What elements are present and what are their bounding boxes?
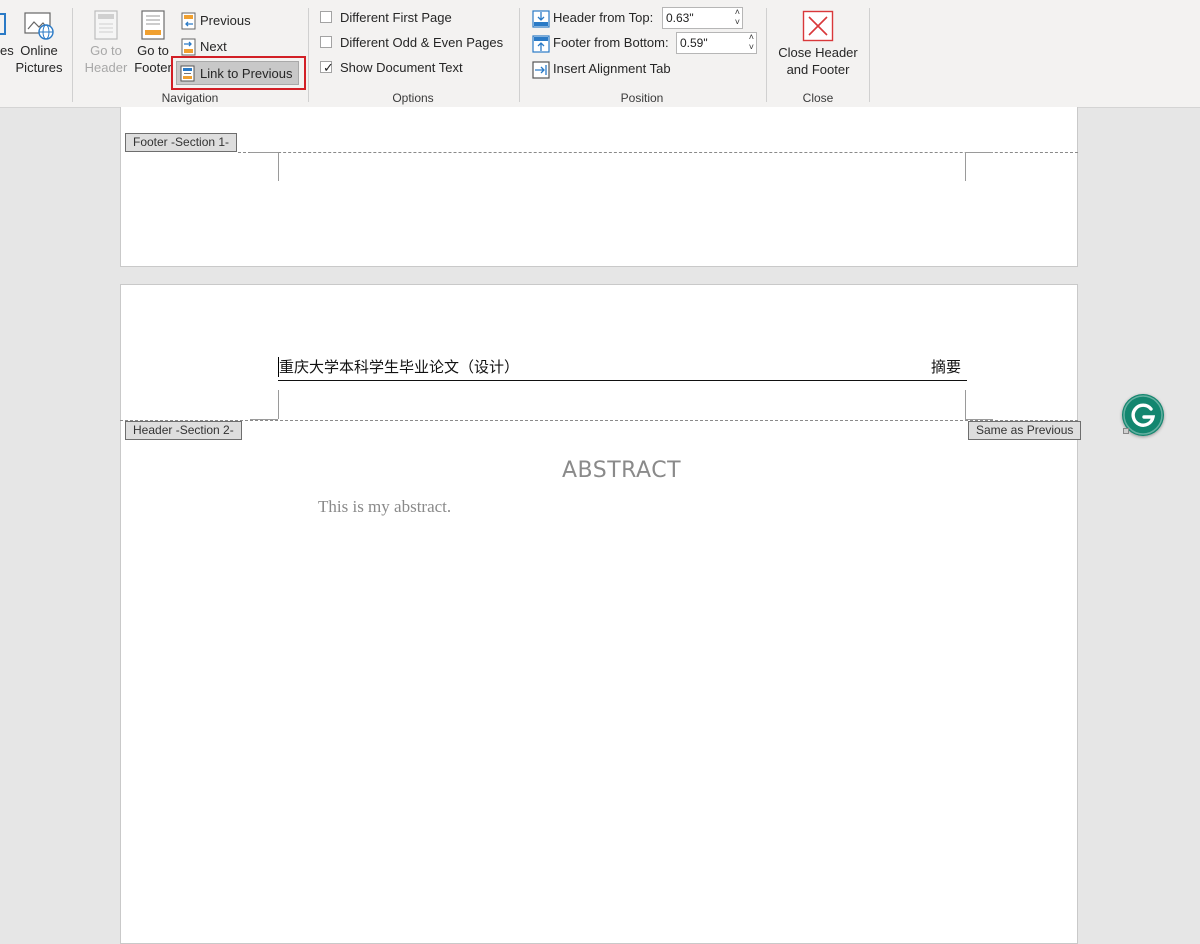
footer-margin-vline-right [965,153,966,181]
close-header-footer-label-2: and Footer [786,62,850,77]
different-odd-even-checkbox[interactable]: Different Odd & Even Pages [320,34,510,52]
header-from-top-icon [532,10,550,28]
abstract-body: This is my abstract. [318,497,452,516]
close-group-label: Close [802,91,834,105]
go-to-header-button[interactable]: Go to Header [82,10,130,76]
different-odd-even-label: Different Odd & Even Pages [340,35,504,50]
header-right-text[interactable]: 摘要 [931,357,961,377]
separator-insert [72,8,73,102]
insert-alignment-tab-label: Insert Alignment Tab [553,61,671,76]
go-to-header-icon [94,10,118,40]
footer-from-bottom-value: 0.59" [680,36,708,50]
header-from-top-spinner-icon[interactable]: ˄ ˅ [735,7,740,27]
footer-from-bottom-icon [532,35,550,53]
text-cursor [278,357,279,377]
previous-icon [181,12,196,30]
pictures-button-partial[interactable]: es [0,42,14,59]
header-from-top-input[interactable]: 0.63" ˄ ˅ [662,7,743,29]
footer-from-bottom-input[interactable]: 0.59" ˄ ˅ [676,32,757,54]
close-icon [802,10,834,42]
link-to-previous-highlight [171,56,306,90]
abstract-heading: ABSTRACT [561,458,682,483]
navigation-group-label: Navigation [161,91,219,105]
different-first-page-checkbox[interactable]: Different First Page [320,9,500,27]
header-from-top-row: Header from Top: [532,7,662,29]
header-boundary-line [120,420,1078,421]
close-header-footer-button[interactable]: Close Header and Footer [772,10,864,78]
next-label: Next [200,39,227,54]
next-button[interactable]: Next [181,37,271,57]
show-document-text-label: Show Document Text [340,60,463,75]
previous-label: Previous [200,13,251,28]
separator-close [869,8,870,102]
go-to-footer-label-2: Footer [134,60,172,75]
online-pictures-button[interactable]: Online Pictures [12,10,66,76]
header-section-2-tag: Header -Section 2- [125,421,242,440]
header-margin-vline-right [965,390,966,419]
show-document-text-box: ✓ [320,60,334,75]
footer-from-bottom-row: Footer from Bottom: [532,32,677,54]
go-to-header-label-2: Header [84,60,128,75]
separator-options [519,8,520,102]
close-header-footer-label-1: Close Header [778,45,858,60]
insert-alignment-tab-icon [532,61,550,79]
previous-button[interactable]: Previous [181,11,271,31]
separator-position [766,8,767,102]
go-to-footer-label-1: Go to [137,43,169,58]
footer-from-bottom-label: Footer from Bottom: [553,35,669,50]
insert-alignment-tab-button[interactable]: Insert Alignment Tab [532,58,682,80]
online-pictures-label-1: Online [20,43,58,58]
footer-margin-vline-left[interactable] [278,153,279,181]
online-pictures-icon [24,12,54,40]
same-as-previous-tag: Same as Previous [968,421,1082,440]
different-first-page-box [320,11,332,23]
footer-from-bottom-spinner-icon[interactable]: ˄ ˅ [749,32,754,52]
page-1 [120,107,1078,267]
page-2 [120,284,1078,944]
show-document-text-checkbox[interactable]: ✓ Show Document Text [320,59,500,77]
online-pictures-label-2: Pictures [15,60,63,75]
ribbon: es Online Pictures Go to Header Go to Fo… [0,0,1200,108]
separator-navigation [308,8,309,102]
header-left-text[interactable]: 重庆大学本科学生毕业论文（设计） [279,357,519,377]
different-odd-even-box [320,36,332,48]
pictures-icon-partial [0,13,6,35]
footer-section-1-tag: Footer -Section 1- [125,133,238,152]
footer-boundary-line [238,152,1078,153]
go-to-header-label-1: Go to [90,43,122,58]
next-icon [181,38,196,56]
different-first-page-label: Different First Page [340,10,452,25]
footer-margin-mark-right [965,152,993,153]
header-margin-vline-left [278,390,279,419]
position-group-label: Position [620,91,664,105]
header-underline [278,380,967,381]
go-to-footer-icon [141,10,165,40]
grammarly-dot-indicator [1123,428,1129,434]
header-from-top-value: 0.63" [666,11,694,25]
go-to-footer-button[interactable]: Go to Footer [130,10,176,76]
footer-margin-mark-left [250,152,278,153]
checkmark-icon: ✓ [323,60,334,75]
header-from-top-label: Header from Top: [553,10,654,25]
options-group-label: Options [392,91,434,105]
